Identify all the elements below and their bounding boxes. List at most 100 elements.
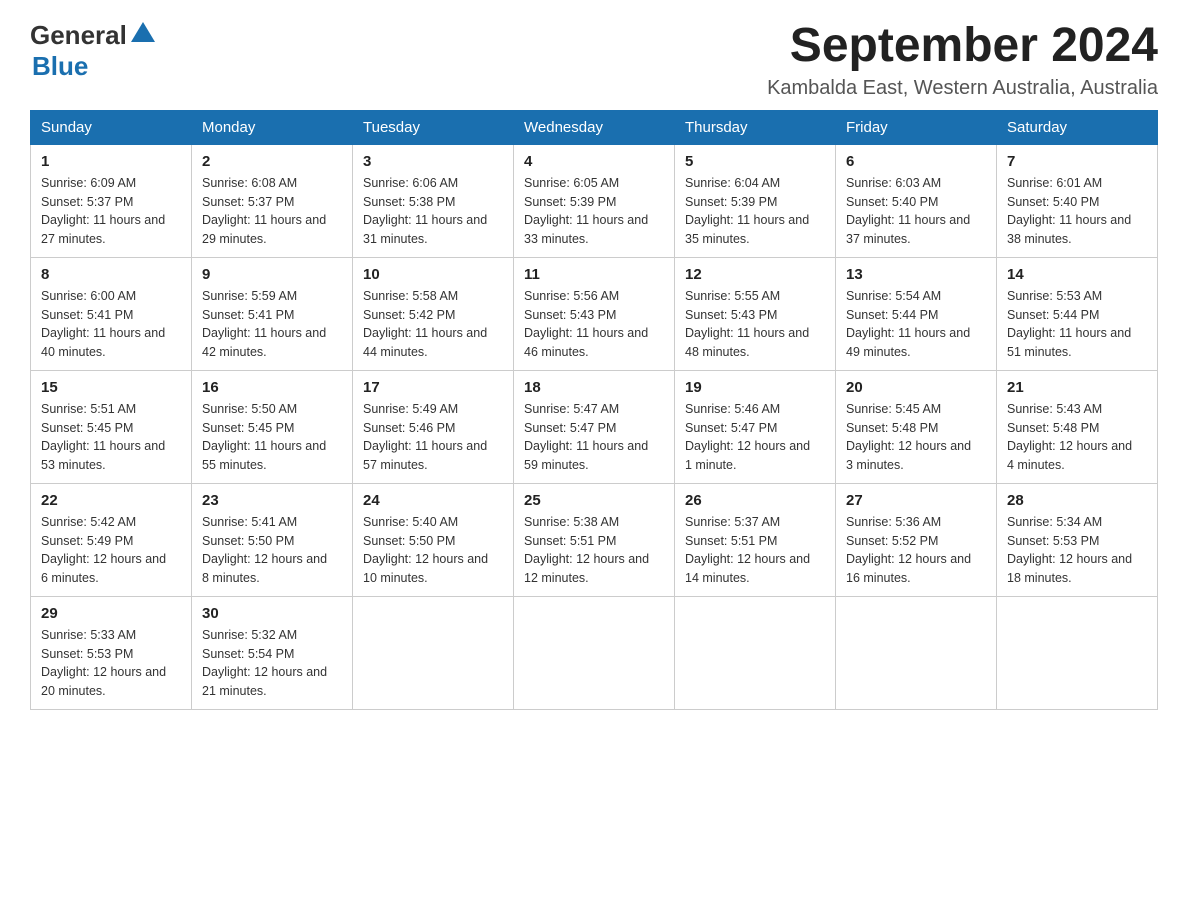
day-info: Sunrise: 5:33 AMSunset: 5:53 PMDaylight:…: [41, 626, 181, 701]
day-info: Sunrise: 5:47 AMSunset: 5:47 PMDaylight:…: [524, 400, 664, 475]
day-info: Sunrise: 6:06 AMSunset: 5:38 PMDaylight:…: [363, 174, 503, 249]
day-number: 5: [685, 153, 825, 170]
day-info: Sunrise: 5:38 AMSunset: 5:51 PMDaylight:…: [524, 513, 664, 588]
day-number: 14: [1007, 266, 1147, 283]
day-info: Sunrise: 6:08 AMSunset: 5:37 PMDaylight:…: [202, 174, 342, 249]
calendar-cell: 3 Sunrise: 6:06 AMSunset: 5:38 PMDaylight…: [353, 144, 514, 257]
calendar-cell: [675, 596, 836, 709]
calendar-cell: 25 Sunrise: 5:38 AMSunset: 5:51 PMDayligh…: [514, 483, 675, 596]
calendar-cell: 28Sunrise: 5:34 AMSunset: 5:53 PMDayligh…: [997, 483, 1158, 596]
calendar-cell: 12 Sunrise: 5:55 AMSunset: 5:43 PMDayligh…: [675, 257, 836, 370]
day-info: Sunrise: 5:43 AMSunset: 5:48 PMDaylight:…: [1007, 400, 1147, 475]
day-info: Sunrise: 5:32 AMSunset: 5:54 PMDaylight:…: [202, 626, 342, 701]
day-number: 29: [41, 605, 181, 622]
day-info: Sunrise: 5:59 AMSunset: 5:41 PMDaylight:…: [202, 287, 342, 362]
day-number: 7: [1007, 153, 1147, 170]
day-number: 18: [524, 379, 664, 396]
day-info: Sunrise: 6:03 AMSunset: 5:40 PMDaylight:…: [846, 174, 986, 249]
day-info: Sunrise: 6:05 AMSunset: 5:39 PMDaylight:…: [524, 174, 664, 249]
col-sunday: Sunday: [31, 110, 192, 144]
calendar-cell: [514, 596, 675, 709]
day-number: 3: [363, 153, 503, 170]
day-number: 12: [685, 266, 825, 283]
day-number: 13: [846, 266, 986, 283]
day-info: Sunrise: 6:00 AMSunset: 5:41 PMDaylight:…: [41, 287, 181, 362]
calendar-cell: 20Sunrise: 5:45 AMSunset: 5:48 PMDayligh…: [836, 370, 997, 483]
calendar-cell: 21 Sunrise: 5:43 AMSunset: 5:48 PMDayligh…: [997, 370, 1158, 483]
calendar-week-3: 15Sunrise: 5:51 AMSunset: 5:45 PMDayligh…: [31, 370, 1158, 483]
day-info: Sunrise: 5:41 AMSunset: 5:50 PMDaylight:…: [202, 513, 342, 588]
calendar-cell: 13 Sunrise: 5:54 AMSunset: 5:44 PMDayligh…: [836, 257, 997, 370]
calendar-cell: [997, 596, 1158, 709]
calendar-week-2: 8 Sunrise: 6:00 AMSunset: 5:41 PMDaylight…: [31, 257, 1158, 370]
calendar-cell: 8 Sunrise: 6:00 AMSunset: 5:41 PMDaylight…: [31, 257, 192, 370]
day-number: 8: [41, 266, 181, 283]
col-friday: Friday: [836, 110, 997, 144]
day-number: 6: [846, 153, 986, 170]
calendar-title: September 2024: [767, 20, 1158, 73]
calendar-cell: 9Sunrise: 5:59 AMSunset: 5:41 PMDaylight…: [192, 257, 353, 370]
day-number: 21: [1007, 379, 1147, 396]
day-number: 27: [846, 492, 986, 509]
calendar-title-area: September 2024 Kambalda East, Western Au…: [767, 20, 1158, 100]
col-monday: Monday: [192, 110, 353, 144]
logo-icon: [129, 20, 157, 48]
day-number: 19: [685, 379, 825, 396]
day-info: Sunrise: 5:36 AMSunset: 5:52 PMDaylight:…: [846, 513, 986, 588]
day-info: Sunrise: 5:53 AMSunset: 5:44 PMDaylight:…: [1007, 287, 1147, 362]
day-info: Sunrise: 6:04 AMSunset: 5:39 PMDaylight:…: [685, 174, 825, 249]
day-info: Sunrise: 5:51 AMSunset: 5:45 PMDaylight:…: [41, 400, 181, 475]
day-number: 11: [524, 266, 664, 283]
calendar-cell: 19Sunrise: 5:46 AMSunset: 5:47 PMDayligh…: [675, 370, 836, 483]
calendar-cell: 11Sunrise: 5:56 AMSunset: 5:43 PMDayligh…: [514, 257, 675, 370]
calendar-cell: 30 Sunrise: 5:32 AMSunset: 5:54 PMDayligh…: [192, 596, 353, 709]
logo-general-text: General: [30, 20, 127, 51]
calendar-cell: 18 Sunrise: 5:47 AMSunset: 5:47 PMDayligh…: [514, 370, 675, 483]
logo-blue-text: Blue: [32, 51, 88, 81]
day-number: 10: [363, 266, 503, 283]
day-number: 26: [685, 492, 825, 509]
day-info: Sunrise: 5:58 AMSunset: 5:42 PMDaylight:…: [363, 287, 503, 362]
calendar-cell: 27 Sunrise: 5:36 AMSunset: 5:52 PMDayligh…: [836, 483, 997, 596]
calendar-cell: [353, 596, 514, 709]
calendar-subtitle: Kambalda East, Western Australia, Austra…: [767, 77, 1158, 100]
day-info: Sunrise: 5:45 AMSunset: 5:48 PMDaylight:…: [846, 400, 986, 475]
day-number: 23: [202, 492, 342, 509]
page-header: General Blue September 2024 Kambalda Eas…: [30, 20, 1158, 100]
calendar-table: Sunday Monday Tuesday Wednesday Thursday…: [30, 110, 1158, 710]
calendar-week-5: 29 Sunrise: 5:33 AMSunset: 5:53 PMDayligh…: [31, 596, 1158, 709]
day-info: Sunrise: 5:50 AMSunset: 5:45 PMDaylight:…: [202, 400, 342, 475]
calendar-cell: 1 Sunrise: 6:09 AMSunset: 5:37 PMDaylight…: [31, 144, 192, 257]
col-tuesday: Tuesday: [353, 110, 514, 144]
col-wednesday: Wednesday: [514, 110, 675, 144]
day-info: Sunrise: 5:54 AMSunset: 5:44 PMDaylight:…: [846, 287, 986, 362]
calendar-cell: 23 Sunrise: 5:41 AMSunset: 5:50 PMDayligh…: [192, 483, 353, 596]
col-saturday: Saturday: [997, 110, 1158, 144]
calendar-cell: 7 Sunrise: 6:01 AMSunset: 5:40 PMDaylight…: [997, 144, 1158, 257]
calendar-week-4: 22Sunrise: 5:42 AMSunset: 5:49 PMDayligh…: [31, 483, 1158, 596]
day-info: Sunrise: 5:55 AMSunset: 5:43 PMDaylight:…: [685, 287, 825, 362]
calendar-cell: [836, 596, 997, 709]
day-info: Sunrise: 6:09 AMSunset: 5:37 PMDaylight:…: [41, 174, 181, 249]
calendar-cell: 15Sunrise: 5:51 AMSunset: 5:45 PMDayligh…: [31, 370, 192, 483]
calendar-cell: 29 Sunrise: 5:33 AMSunset: 5:53 PMDayligh…: [31, 596, 192, 709]
day-number: 16: [202, 379, 342, 396]
day-info: Sunrise: 5:40 AMSunset: 5:50 PMDaylight:…: [363, 513, 503, 588]
calendar-cell: 22Sunrise: 5:42 AMSunset: 5:49 PMDayligh…: [31, 483, 192, 596]
logo: General Blue: [30, 20, 157, 82]
calendar-cell: 4 Sunrise: 6:05 AMSunset: 5:39 PMDaylight…: [514, 144, 675, 257]
day-number: 2: [202, 153, 342, 170]
calendar-cell: 14 Sunrise: 5:53 AMSunset: 5:44 PMDayligh…: [997, 257, 1158, 370]
day-number: 24: [363, 492, 503, 509]
day-number: 25: [524, 492, 664, 509]
day-number: 1: [41, 153, 181, 170]
calendar-cell: 16 Sunrise: 5:50 AMSunset: 5:45 PMDayligh…: [192, 370, 353, 483]
day-number: 4: [524, 153, 664, 170]
calendar-cell: 5 Sunrise: 6:04 AMSunset: 5:39 PMDaylight…: [675, 144, 836, 257]
day-number: 28: [1007, 492, 1147, 509]
calendar-cell: 26Sunrise: 5:37 AMSunset: 5:51 PMDayligh…: [675, 483, 836, 596]
day-info: Sunrise: 5:42 AMSunset: 5:49 PMDaylight:…: [41, 513, 181, 588]
day-info: Sunrise: 6:01 AMSunset: 5:40 PMDaylight:…: [1007, 174, 1147, 249]
calendar-cell: 10 Sunrise: 5:58 AMSunset: 5:42 PMDayligh…: [353, 257, 514, 370]
day-number: 30: [202, 605, 342, 622]
